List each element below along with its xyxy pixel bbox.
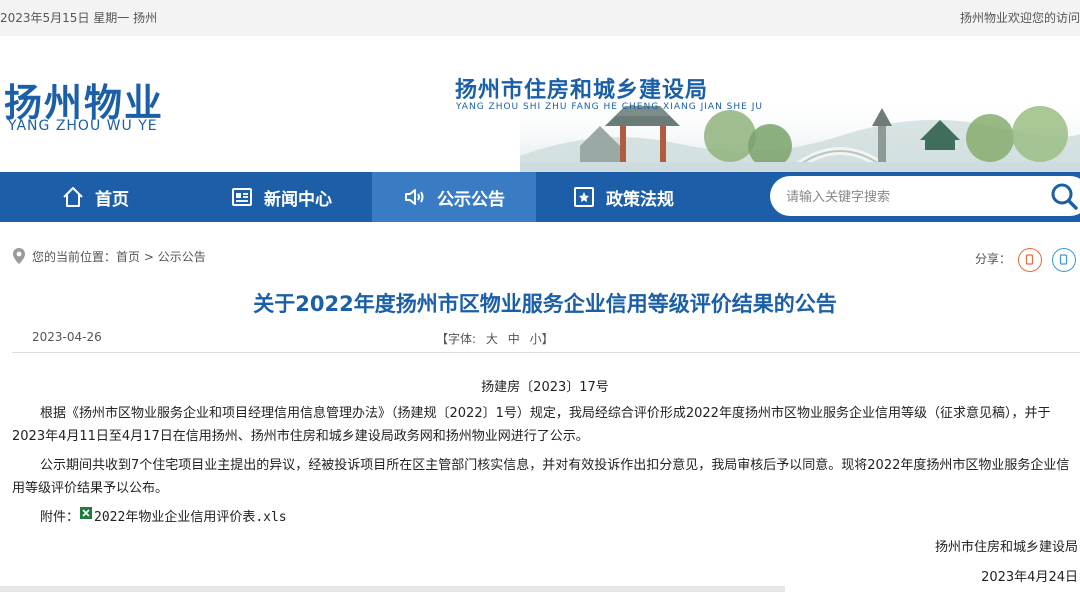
search-box	[770, 176, 1080, 216]
attachment-link[interactable]: 2022年物业企业信用评价表.xls	[94, 506, 287, 525]
font-size-close: 】	[541, 332, 554, 346]
nav-item-label: 公示公告	[437, 189, 505, 210]
bureau-name: 扬州市住房和城乡建设局	[455, 78, 709, 103]
share-wechat-button[interactable]	[1052, 248, 1076, 272]
article-title: 关于2022年度扬州市区物业服务企业信用等级评价结果的公告	[253, 292, 837, 316]
nav-item-label: 首页	[95, 189, 129, 210]
site-logo-pinyin: YANG ZHOU WU YE	[8, 118, 158, 134]
policy-icon	[574, 187, 594, 207]
share-weibo-button[interactable]	[1018, 248, 1042, 272]
bureau-name-pinyin: YANG ZHOU SHI ZHU FANG HE CHENG XIANG JI…	[456, 102, 763, 112]
font-size-large[interactable]: 大	[486, 332, 498, 346]
site-header: 扬州物业 YANG ZHOU WU YE 扬州市住房和城乡建设局 YANG ZH…	[0, 36, 1080, 172]
nav-item-news[interactable]: 新闻中心	[190, 172, 372, 222]
font-size-label: 【字体:	[436, 332, 477, 346]
location-pin-icon	[13, 248, 25, 264]
publish-date: 2023-04-26	[32, 330, 102, 344]
welcome-text: 扬州物业欢迎您的访问	[959, 11, 1080, 25]
current-date: 2023年5月15日 星期一 扬州	[0, 11, 158, 25]
news-icon	[232, 188, 252, 206]
search-input[interactable]	[784, 184, 1038, 210]
attachment-label: 附件：	[40, 510, 80, 525]
speaker-icon	[405, 189, 424, 205]
share-label: 分享：	[975, 252, 1012, 266]
breadcrumb-prefix: 您的当前位置：	[32, 249, 117, 264]
article-paragraph-1: 根据《扬州市区物业服务企业和项目经理信用信息管理办法》（扬建规〔2022〕1号）…	[12, 406, 1051, 444]
wechat-icon	[1059, 254, 1068, 265]
nav-item-label: 政策法规	[606, 189, 674, 210]
attachment-row: 附件： 2022年物业企业信用评价表.xls	[40, 506, 287, 525]
home-icon	[63, 187, 83, 207]
signature-organization: 扬州市住房和城乡建设局	[934, 540, 1078, 555]
search-icon[interactable]	[1048, 180, 1080, 212]
nav-item-home[interactable]: 首页	[0, 172, 190, 222]
breadcrumb: 您的当前位置：首页 > 公示公告	[12, 247, 206, 265]
font-size-medium[interactable]: 中	[508, 332, 520, 346]
breadcrumb-current[interactable]: 公示公告	[158, 250, 206, 264]
top-bar: 2023年5月15日 星期一 扬州 扬州物业欢迎您的访问	[0, 0, 1080, 36]
nav-item-policy[interactable]: 政策法规	[536, 172, 710, 222]
horizontal-scrollbar[interactable]	[0, 586, 785, 592]
weibo-icon	[1025, 254, 1034, 265]
document-number: 扬建房〔2023〕17号	[481, 380, 609, 395]
signature-date: 2023年4月24日	[981, 570, 1078, 585]
article-paragraph-2: 公示期间共收到7个住宅项目业主提出的异议，经被投诉项目所在区主管部门核实信息，并…	[12, 458, 1070, 496]
nav-item-announcements[interactable]: 公示公告	[372, 172, 536, 222]
breadcrumb-home[interactable]: 首页	[116, 250, 140, 264]
breadcrumb-separator: >	[140, 249, 158, 264]
excel-file-icon	[80, 506, 93, 519]
nav-item-label: 新闻中心	[264, 189, 332, 210]
divider	[12, 352, 1080, 353]
font-size-control: 【字体: 大 中 小】	[436, 330, 554, 347]
font-size-small[interactable]: 小	[530, 332, 542, 346]
